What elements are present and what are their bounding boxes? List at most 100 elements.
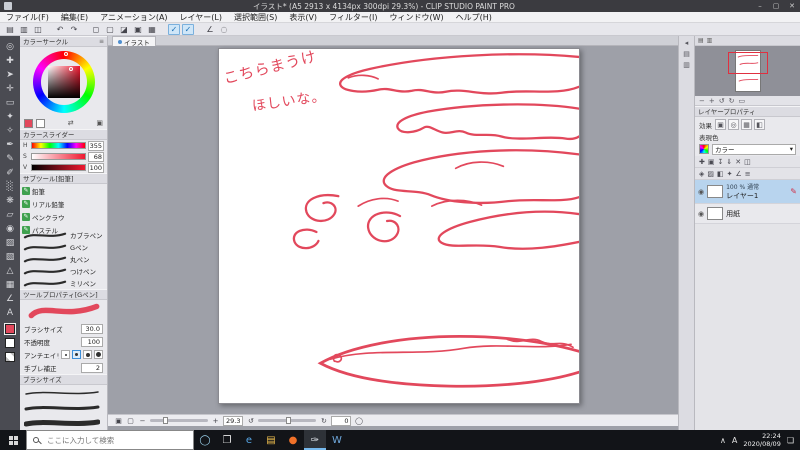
subtool-item[interactable]: ✎ リアル鉛筆 [20, 197, 64, 210]
subtool-item[interactable]: ✎ 鉛筆 [20, 184, 64, 197]
value-value[interactable]: 100 [88, 162, 104, 173]
pen-subtool-item[interactable]: 丸ペン [20, 253, 107, 265]
lock-layer-icon[interactable]: ◈ [699, 170, 704, 178]
color-set-icon[interactable]: ▣ [96, 119, 103, 127]
minimize-button[interactable]: – [752, 0, 768, 12]
quick-access-icon[interactable]: ▤ [683, 50, 690, 58]
menu-item[interactable]: ヘルプ(H) [450, 12, 498, 23]
menu-item[interactable]: 選択範囲(S) [228, 12, 283, 23]
eraser-tool[interactable]: ▱ [2, 208, 18, 222]
expression-color-select[interactable]: カラー ▾ [712, 143, 796, 155]
new-canvas-button[interactable]: ▤ [4, 24, 16, 35]
menu-item[interactable]: ファイル(F) [0, 12, 55, 23]
pen-subtool-item[interactable]: つけペン [20, 265, 107, 277]
search-light-table-button[interactable]: ◌ [218, 24, 230, 35]
canvas-tab[interactable]: イラスト [112, 36, 156, 47]
effect-tone-icon[interactable]: ◎ [728, 119, 739, 130]
transfer-to-lower-icon[interactable]: ↧ [718, 158, 724, 166]
brush-size-option[interactable] [20, 385, 107, 400]
close-button[interactable]: ✕ [784, 0, 800, 12]
zoom-tool[interactable]: ◎ [2, 40, 18, 54]
main-color-chip[interactable] [4, 323, 16, 335]
clip-to-layer-below-icon[interactable]: ◧ [717, 170, 724, 178]
color-wheel[interactable] [20, 47, 107, 117]
search-input[interactable] [27, 431, 193, 449]
start-button[interactable] [0, 430, 26, 450]
eyedropper-tool[interactable]: ✧ [2, 124, 18, 138]
zoom-in-icon[interactable]: + [211, 417, 220, 425]
value-slider[interactable] [31, 164, 86, 171]
maximize-button[interactable]: ▢ [768, 0, 784, 12]
brush-tool[interactable]: ✐ [2, 166, 18, 180]
rotate-right-icon[interactable]: ↻ [319, 417, 328, 425]
brush-size-option[interactable] [20, 400, 107, 415]
layer-visibility-icon[interactable]: ◉ [698, 188, 704, 196]
menu-item[interactable]: ウィンドウ(W) [384, 12, 450, 23]
expand-selection-button[interactable]: ▣ [132, 24, 144, 35]
rotation-value[interactable]: 0 [331, 415, 352, 426]
taskbar-search[interactable] [26, 430, 194, 450]
new-layer-folder-icon[interactable]: ▣ [708, 158, 715, 166]
navigator-tab-icon[interactable]: ▤ [698, 37, 704, 44]
figure-tool[interactable]: △ [2, 264, 18, 278]
saturation-value[interactable]: 68 [88, 151, 104, 162]
merge-down-icon[interactable]: ⇓ [726, 158, 732, 166]
stabilization-value[interactable]: 2 [81, 362, 103, 373]
swap-colors-icon[interactable]: ⇄ [68, 119, 74, 127]
layer-property-header[interactable]: レイヤープロパティ [695, 106, 800, 117]
antialias-strong-button[interactable] [94, 350, 103, 359]
zoom-out-icon[interactable]: − [138, 417, 147, 425]
airbrush-tool[interactable]: ░ [2, 180, 18, 194]
layer-visibility-icon[interactable]: ◉ [698, 210, 704, 218]
effect-layer-color-icon[interactable]: ▦ [741, 119, 752, 130]
fit-to-screen-icon[interactable]: ▣ [114, 417, 123, 425]
brush-size-option[interactable] [20, 415, 107, 430]
color-wheel-header[interactable]: カラーサークル ≡ [20, 36, 107, 47]
clear-button[interactable]: ◻ [90, 24, 102, 35]
blend-tool[interactable]: ◉ [2, 222, 18, 236]
taskbar-edge-icon[interactable]: e [238, 430, 260, 450]
deselect-button[interactable]: ▢ [104, 24, 116, 35]
selection-tool[interactable]: ▭ [2, 96, 18, 110]
color-slider-header[interactable]: カラースライダー [20, 129, 107, 140]
opacity-value[interactable]: 100 [81, 336, 103, 347]
ime-indicator[interactable]: A [732, 436, 737, 445]
main-color-swatch[interactable] [24, 118, 33, 128]
menu-item[interactable]: アニメーション(A) [94, 12, 173, 23]
navigator-thumbnail[interactable] [695, 46, 800, 96]
zoom-slider[interactable] [150, 417, 208, 424]
brush-size-panel-header[interactable]: ブラシサイズ [20, 374, 107, 385]
collapse-panel-icon[interactable]: ◂ [685, 39, 689, 47]
effect-border-icon[interactable]: ▣ [715, 119, 726, 130]
navigator-view-frame[interactable] [728, 52, 768, 74]
navigator-control-icon[interactable]: + [709, 97, 715, 105]
taskbar-clip-studio-icon[interactable]: ✑ [304, 430, 326, 450]
fill-tool[interactable]: ▨ [2, 236, 18, 250]
sub-color-chip[interactable] [5, 338, 15, 348]
layer-row-paper[interactable]: ◉ 用紙 [695, 204, 800, 224]
subtool-item[interactable]: ✎ ペンクラウド [20, 210, 64, 223]
taskbar-clock[interactable]: 22:24 2020/08/09 [743, 432, 780, 448]
gradient-tool[interactable]: ▧ [2, 250, 18, 264]
decoration-tool[interactable]: ❋ [2, 194, 18, 208]
menu-item[interactable]: 編集(E) [55, 12, 94, 23]
navigator-control-icon[interactable]: − [699, 97, 705, 105]
taskbar-explorer-icon[interactable]: ▤ [260, 430, 282, 450]
taskbar-firefox-icon[interactable]: ● [282, 430, 304, 450]
pencil-tool[interactable]: ✎ [2, 152, 18, 166]
hue-value[interactable]: 355 [88, 140, 104, 151]
menu-item[interactable]: フィルター(I) [323, 12, 383, 23]
menu-item[interactable]: レイヤー(L) [174, 12, 228, 23]
layer-move-tool[interactable]: ✛ [2, 82, 18, 96]
delete-layer-icon[interactable]: ✕ [735, 158, 741, 166]
new-raster-layer-icon[interactable]: ✚ [699, 158, 705, 166]
hue-ring[interactable] [32, 51, 95, 113]
reset-view-icon[interactable]: ◯ [354, 417, 363, 425]
canvas-viewport[interactable]: こちらまうけ ほしいな。 ▣ ▢ − + 29.3 ↺ ↻ 0 ◯ [108, 46, 678, 430]
navigator-control-icon[interactable]: ▭ [739, 97, 746, 105]
snap-to-ruler-toggle[interactable]: ✓ [168, 23, 180, 35]
taskbar-word-icon[interactable]: W [326, 430, 348, 450]
layer-row-selected[interactable]: ◉ 100 % 通常 レイヤー1 ✎ [695, 180, 800, 204]
text-tool[interactable]: A [2, 306, 18, 320]
operation-tool[interactable]: ➤ [2, 68, 18, 82]
